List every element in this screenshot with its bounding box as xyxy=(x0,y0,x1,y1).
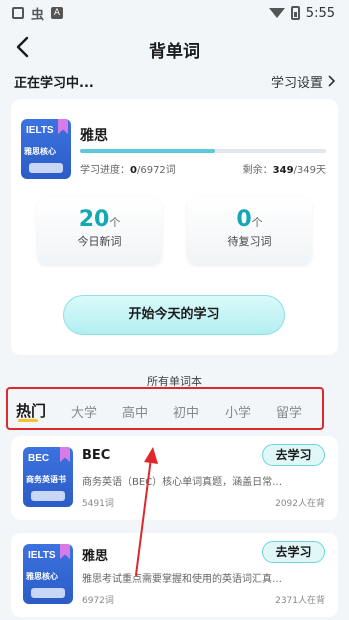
cover-subtitle: 商务英语书 xyxy=(26,475,66,484)
stat-number: 0 xyxy=(236,207,252,232)
progress-bar xyxy=(80,149,326,153)
book-title: 雅思 xyxy=(82,549,109,564)
go-study-button[interactable]: 去学习 xyxy=(262,444,325,466)
remaining-total: /349天 xyxy=(293,165,326,176)
header: 背单词 xyxy=(0,30,349,64)
pages-decoration xyxy=(29,163,63,173)
bookmark-icon xyxy=(58,119,68,134)
bookmark-icon xyxy=(60,544,70,559)
progress-row: 学习进度：0/6972词 剩余：349/349天 xyxy=(80,161,326,176)
stat-value: 0个 xyxy=(187,207,312,232)
stat-label: 待复习词 xyxy=(227,235,272,248)
progress-text: 学习进度：0/6972词 xyxy=(80,161,176,176)
book-cover-icon: IELTS 雅思核心 xyxy=(23,544,73,604)
status-time: 5:55 xyxy=(305,5,335,21)
go-study-button[interactable]: 去学习 xyxy=(262,541,325,563)
settings-link[interactable]: 学习设置 xyxy=(271,72,335,91)
progress-fill xyxy=(80,149,216,153)
book-cover-icon[interactable]: IELTS 雅思核心 xyxy=(21,119,71,179)
status-right: 5:55 xyxy=(268,5,335,21)
battery-icon xyxy=(290,6,300,20)
active-tab-indicator xyxy=(18,419,38,422)
wifi-icon xyxy=(268,8,285,18)
tab-high-school[interactable]: 高中 xyxy=(122,402,148,421)
app-notification-icon xyxy=(12,7,24,19)
stat-unit: 个 xyxy=(251,216,263,229)
book-description: 商务英语（BEC）核心单词真题，涵盖日常… xyxy=(82,477,283,488)
cover-title: IELTS xyxy=(26,125,54,136)
cover-subtitle: 雅思核心 xyxy=(26,572,58,581)
learner-count: 2092人在背 xyxy=(275,499,325,509)
category-tabs: 热门 大学 高中 初中 小学 留学 xyxy=(6,387,324,430)
book-title: BEC xyxy=(82,448,111,463)
status-bar: 虫 A 5:55 xyxy=(0,0,349,26)
learning-row: 正在学习中... 学习设置 xyxy=(14,71,335,91)
pages-decoration xyxy=(31,588,65,598)
remaining-text: 剩余：349/349天 xyxy=(243,161,326,176)
pages-decoration xyxy=(31,491,65,501)
stat-number: 20 xyxy=(78,207,110,232)
page-title: 背单词 xyxy=(149,42,200,62)
stat-value: 20个 xyxy=(37,207,162,232)
book-name: 雅思 xyxy=(80,128,108,144)
progress-total: /6972词 xyxy=(136,165,176,176)
remaining-value: 349 xyxy=(272,165,294,176)
tab-middle-school[interactable]: 初中 xyxy=(173,402,199,421)
bookmark-icon xyxy=(60,447,70,462)
tab-primary-school[interactable]: 小学 xyxy=(225,402,251,421)
stat-label: 今日新词 xyxy=(77,235,122,248)
book-cover-icon: BEC 商务英语书 xyxy=(23,447,73,507)
remaining-label: 剩余： xyxy=(242,165,273,176)
book-card-ielts[interactable]: IELTS 雅思核心 雅思 去学习 雅思考试重点需要掌握和使用的英语词汇真… 6… xyxy=(11,533,338,617)
start-learning-button[interactable]: 开始今天的学习 xyxy=(63,295,285,335)
word-count: 5491词 xyxy=(82,499,114,509)
status-badge: A xyxy=(51,7,64,19)
book-card-bec[interactable]: BEC 商务英语书 BEC 去学习 商务英语（BEC）核心单词真题，涵盖日常… … xyxy=(11,436,338,520)
status-char: 虫 xyxy=(31,7,45,23)
status-left: 虫 A xyxy=(12,4,64,23)
stat-review-words[interactable]: 0个 待复习词 xyxy=(187,197,312,265)
word-count: 6972词 xyxy=(82,596,114,606)
tab-study-abroad[interactable]: 留学 xyxy=(276,402,302,421)
settings-label: 学习设置 xyxy=(270,75,323,91)
book-description: 雅思考试重点需要掌握和使用的英语词汇真… xyxy=(82,574,282,585)
stat-unit: 个 xyxy=(109,216,121,229)
stat-new-words[interactable]: 20个 今日新词 xyxy=(37,197,162,265)
tab-college[interactable]: 大学 xyxy=(71,402,97,421)
cover-title: BEC xyxy=(28,453,50,464)
chevron-right-icon xyxy=(328,75,335,87)
learner-count: 2371人在背 xyxy=(275,596,325,606)
learning-label: 正在学习中... xyxy=(14,75,94,91)
cover-subtitle: 雅思核心 xyxy=(24,147,56,156)
tab-hot[interactable]: 热门 xyxy=(16,400,46,421)
current-book-card: IELTS 雅思核心 雅思 学习进度：0/6972词 剩余：349/349天 2… xyxy=(11,99,338,355)
progress-done: 0 xyxy=(130,165,137,176)
progress-label: 学习进度： xyxy=(80,165,130,176)
cover-title: IELTS xyxy=(28,550,56,561)
